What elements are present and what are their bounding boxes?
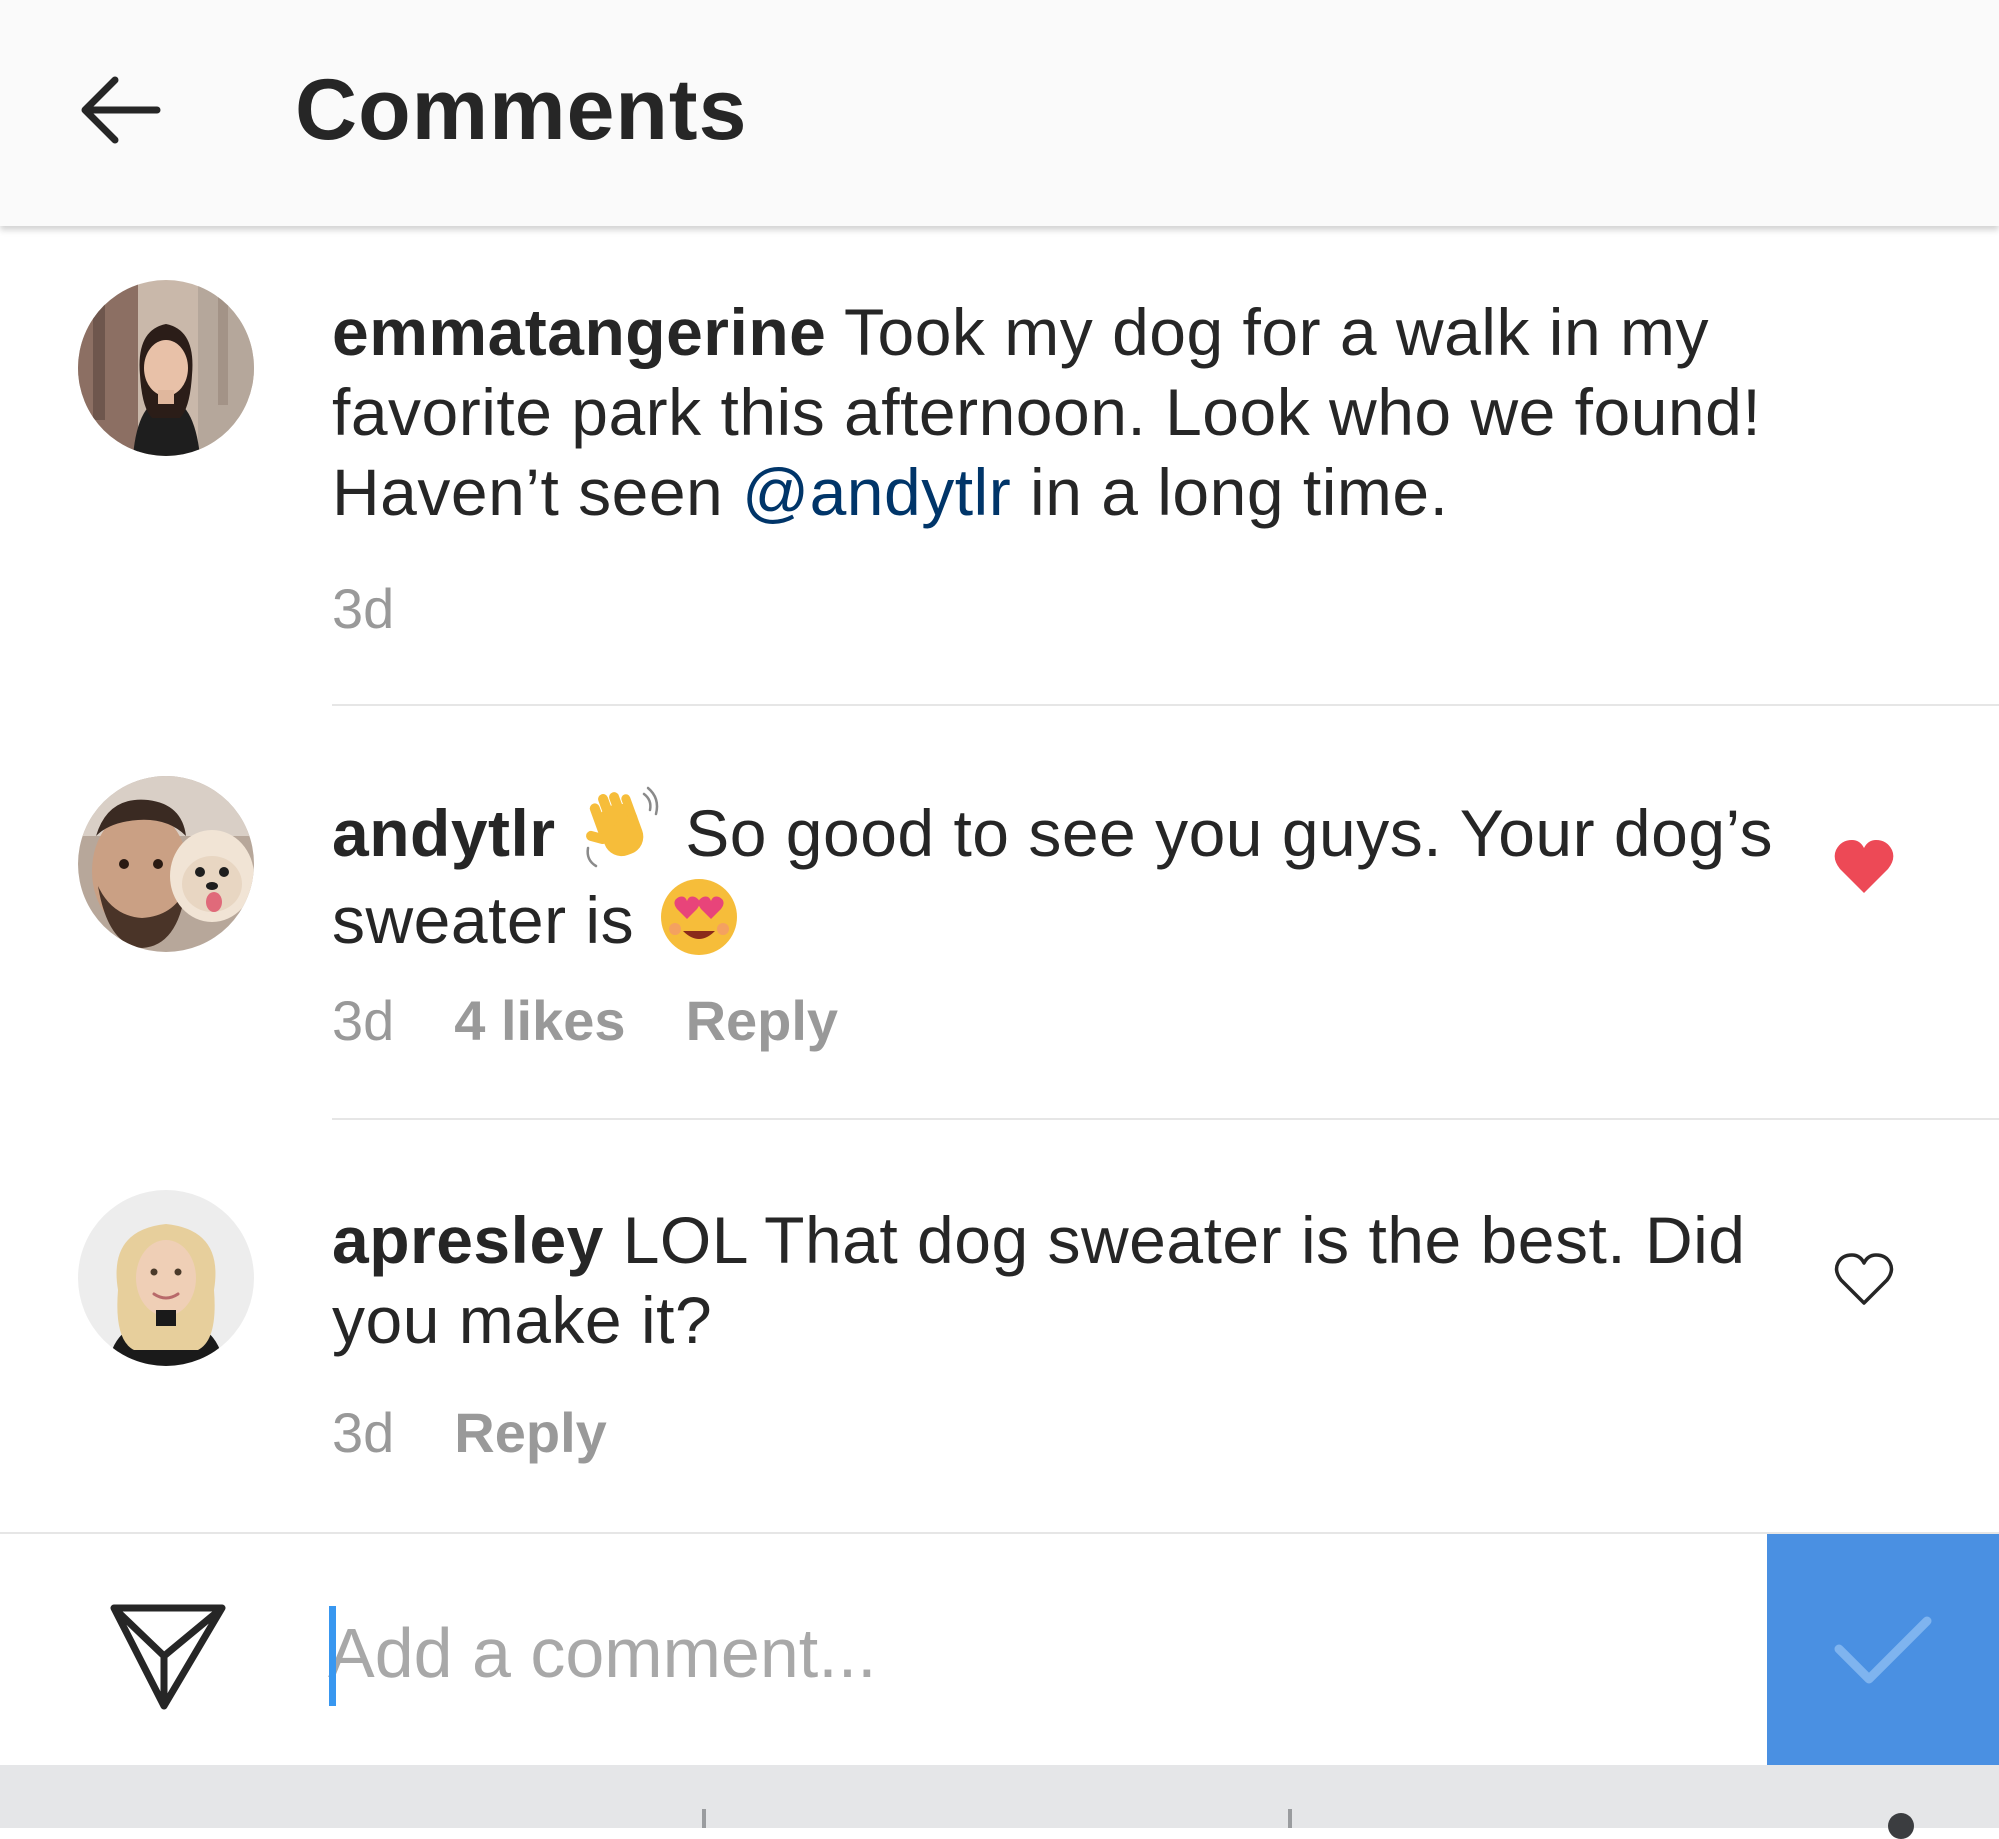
comment-timestamp: 3d — [332, 1401, 395, 1464]
heart-outline-icon — [1834, 1253, 1894, 1305]
avatar[interactable] — [78, 776, 254, 952]
keyboard-handle-icon — [1888, 1813, 1914, 1839]
back-button[interactable] — [60, 50, 180, 170]
paper-plane-icon — [110, 1604, 225, 1709]
comment-composer — [0, 1532, 1999, 1767]
comment-text-part: in a long time. — [1011, 455, 1449, 529]
avatar-apresley-icon — [78, 1190, 254, 1366]
comment-meta: 3d Reply — [332, 1398, 607, 1468]
app-header: Comments — [0, 0, 1999, 226]
reply-button[interactable]: Reply — [686, 986, 839, 1056]
reply-button[interactable]: Reply — [454, 1398, 607, 1468]
comment-timestamp: 3d — [332, 577, 395, 640]
comment-body: apresley LOL That dog sweater is the bes… — [332, 1200, 1802, 1360]
text-cursor — [329, 1606, 336, 1706]
avatar[interactable] — [78, 1190, 254, 1366]
comment-body: emmatangerine Took my dog for a walk in … — [332, 292, 1802, 532]
keyboard-divider — [702, 1809, 706, 1828]
page-title: Comments — [295, 62, 748, 158]
direct-share-button[interactable] — [105, 1594, 230, 1719]
checkmark-icon — [1834, 1616, 1932, 1683]
comment-meta: 3d 4 likes Reply — [332, 986, 838, 1056]
heart-eyes-icon — [660, 879, 737, 955]
mention-link[interactable]: @andytlr — [742, 455, 1011, 529]
comment-username[interactable]: emmatangerine — [332, 295, 826, 369]
like-button[interactable] — [1827, 1242, 1901, 1316]
divider — [332, 1118, 1999, 1120]
waving-hand-icon — [586, 786, 659, 868]
comment-body: andytlr So good to see you guys. Your do… — [332, 786, 1802, 960]
comment-username[interactable]: andytlr — [332, 796, 556, 870]
keyboard-suggestion-strip — [0, 1765, 1999, 1839]
likes-count[interactable]: 4 likes — [454, 986, 625, 1056]
like-button[interactable] — [1827, 830, 1901, 904]
avatar[interactable] — [78, 280, 254, 456]
keyboard-divider — [1288, 1809, 1292, 1828]
post-comment-button[interactable] — [1767, 1534, 1999, 1767]
comment-input[interactable] — [328, 1598, 1728, 1708]
comment-meta: 3d — [332, 574, 394, 644]
avatar-emmatangerine-icon — [78, 280, 254, 456]
comment-username[interactable]: apresley — [332, 1203, 604, 1277]
avatar-andytlr-icon — [78, 776, 254, 952]
heart-filled-icon — [1834, 840, 1894, 893]
divider — [332, 704, 1999, 706]
arrow-left-icon — [81, 76, 161, 144]
comment-timestamp: 3d — [332, 989, 395, 1052]
